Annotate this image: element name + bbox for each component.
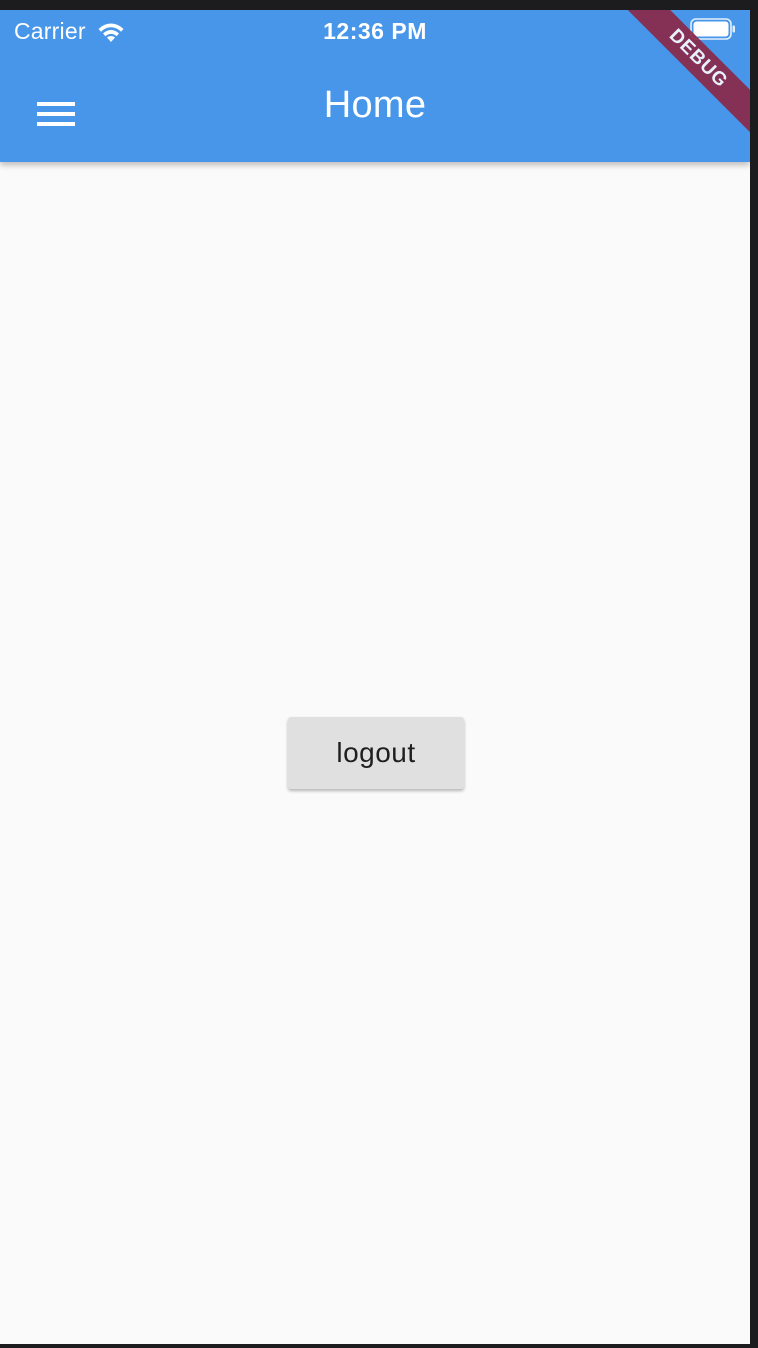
body-area: logout — [0, 162, 750, 1344]
phone-screen: Carrier 12:36 PM Home DEBUG logout — [0, 10, 750, 1344]
app-bar: Carrier 12:36 PM Home — [0, 10, 750, 162]
status-time: 12:36 PM — [323, 18, 427, 44]
logout-button[interactable]: logout — [288, 717, 464, 789]
status-bar: Carrier 12:36 PM — [0, 10, 750, 54]
toolbar: Home — [0, 54, 750, 162]
page-title: Home — [323, 84, 427, 126]
battery-icon — [690, 18, 735, 40]
